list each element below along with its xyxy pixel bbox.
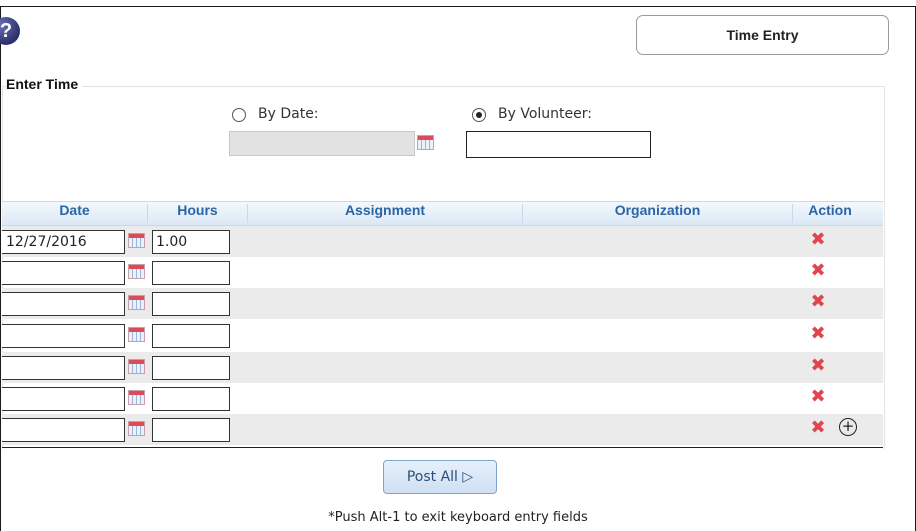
col-header-action: Action: [808, 202, 852, 218]
by-date-input: [229, 131, 415, 156]
delete-icon[interactable]: ✖: [810, 325, 826, 343]
hours-input[interactable]: [152, 356, 230, 380]
calendar-icon[interactable]: [128, 421, 145, 436]
delete-icon[interactable]: ✖: [810, 388, 826, 406]
hours-input[interactable]: [152, 324, 230, 348]
table-row: ✖ +: [2, 414, 883, 445]
calendar-icon[interactable]: [417, 135, 434, 150]
delete-icon[interactable]: ✖: [810, 231, 826, 249]
window-border-top: [0, 6, 916, 7]
date-input[interactable]: [2, 418, 125, 442]
add-row-icon[interactable]: +: [839, 418, 857, 436]
date-input[interactable]: [2, 387, 125, 411]
post-all-button[interactable]: Post All ▷: [383, 460, 497, 494]
table-row: ✖: [2, 288, 883, 319]
table-row: ✖: [2, 257, 883, 288]
by-date-radio[interactable]: [232, 108, 246, 122]
by-date-label: By Date:: [258, 106, 319, 122]
tab-time-entry[interactable]: Time Entry: [636, 15, 889, 55]
window-border-left: [0, 6, 1, 531]
keyboard-hint-note: *Push Alt-1 to exit keyboard entry field…: [328, 510, 588, 525]
calendar-icon[interactable]: [128, 327, 145, 342]
calendar-icon[interactable]: [128, 264, 145, 279]
hours-input[interactable]: [152, 261, 230, 285]
by-volunteer-label: By Volunteer:: [498, 106, 592, 122]
delete-icon[interactable]: ✖: [810, 293, 826, 311]
date-input[interactable]: [2, 356, 125, 380]
col-header-date: Date: [59, 202, 90, 218]
calendar-icon[interactable]: [128, 295, 145, 310]
table-row: ✖: [2, 320, 883, 351]
volunteer-input[interactable]: [466, 131, 651, 158]
table-row: ✖: [2, 352, 883, 383]
table-row: 12/27/2016 1.00 ✖: [2, 226, 883, 257]
delete-icon[interactable]: ✖: [810, 357, 826, 375]
calendar-icon[interactable]: [128, 233, 145, 248]
table-header: Date Hours Assignment Organization Actio…: [2, 201, 883, 226]
date-input[interactable]: [2, 261, 125, 285]
table-bottom-divider: [2, 447, 883, 448]
enter-time-legend: Enter Time: [6, 76, 83, 92]
by-volunteer-radio[interactable]: [472, 108, 486, 122]
date-input[interactable]: [2, 324, 125, 348]
delete-icon[interactable]: ✖: [810, 262, 826, 280]
hours-input[interactable]: [152, 292, 230, 316]
delete-icon[interactable]: ✖: [810, 419, 826, 437]
date-input[interactable]: 12/27/2016: [2, 230, 125, 254]
hours-input[interactable]: 1.00: [152, 230, 230, 254]
hours-input[interactable]: [152, 387, 230, 411]
col-header-assignment: Assignment: [344, 202, 426, 218]
table-row: ✖: [2, 383, 883, 414]
col-header-organization: Organization: [614, 202, 701, 218]
date-input[interactable]: [2, 292, 125, 316]
help-icon[interactable]: ?: [0, 17, 20, 45]
calendar-icon[interactable]: [128, 390, 145, 405]
col-header-hours: Hours: [177, 202, 218, 218]
hours-input[interactable]: [152, 418, 230, 442]
calendar-icon[interactable]: [128, 359, 145, 374]
